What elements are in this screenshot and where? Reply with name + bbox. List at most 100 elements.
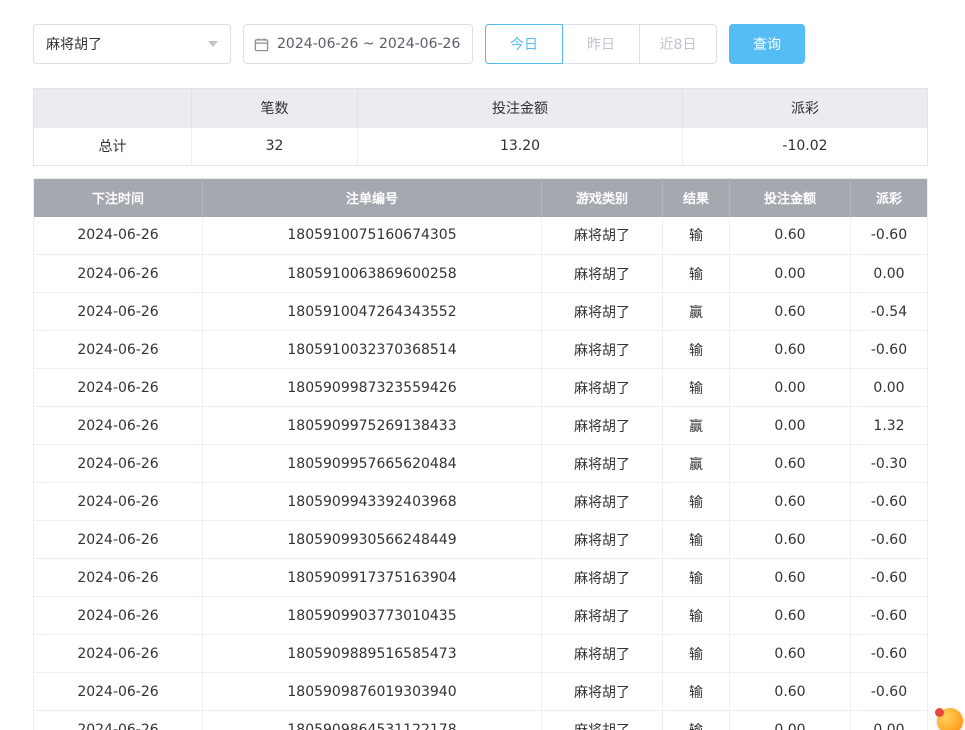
filter-toolbar: 麻将胡了 2024-06-26 ~ 2024-06-26 今日 昨日 近8日 查… xyxy=(33,24,933,64)
bet-amount: 0.60 xyxy=(730,217,851,255)
bet-amount: 0.00 xyxy=(730,711,851,730)
bet-order-id: 1805910047264343552 xyxy=(203,293,542,331)
bet-payout: 0.00 xyxy=(851,369,928,407)
header-game-type: 游戏类别 xyxy=(542,179,663,217)
chevron-down-icon xyxy=(208,41,218,47)
bet-order-id: 1805910063869600258 xyxy=(203,255,542,293)
bet-payout: -0.30 xyxy=(851,445,928,483)
service-widget-icon[interactable] xyxy=(937,708,963,730)
bet-amount: 0.60 xyxy=(730,521,851,559)
header-payout: 派彩 xyxy=(851,179,928,217)
bet-amount: 0.60 xyxy=(730,559,851,597)
summary-total-count: 32 xyxy=(192,128,358,166)
bet-amount: 0.60 xyxy=(730,445,851,483)
date-range-picker[interactable]: 2024-06-26 ~ 2024-06-26 xyxy=(243,24,473,64)
bet-game: 麻将胡了 xyxy=(542,673,663,711)
bet-result: 输 xyxy=(663,711,730,730)
bet-amount: 0.60 xyxy=(730,635,851,673)
table-row: 2024-06-26 1805909975269138433 麻将胡了 赢 0.… xyxy=(34,407,928,445)
table-row: 2024-06-26 1805909876019303940 麻将胡了 输 0.… xyxy=(34,673,928,711)
bet-order-id: 1805909943392403968 xyxy=(203,483,542,521)
bet-payout: -0.60 xyxy=(851,483,928,521)
table-row: 2024-06-26 1805910063869600258 麻将胡了 输 0.… xyxy=(34,255,928,293)
date-quick-buttons: 今日 昨日 近8日 xyxy=(485,24,717,64)
header-result: 结果 xyxy=(663,179,730,217)
bet-order-id: 1805910032370368514 xyxy=(203,331,542,369)
bet-records-table: 下注时间 注单编号 游戏类别 结果 投注金额 派彩 2024-06-26 180… xyxy=(33,178,928,730)
quick-date-button[interactable]: 今日 xyxy=(485,24,563,64)
bet-result: 赢 xyxy=(663,293,730,331)
summary-total-row: 总计 32 13.20 -10.02 xyxy=(34,128,928,166)
summary-header-payout: 派彩 xyxy=(683,89,928,128)
table-row: 2024-06-26 1805909930566248449 麻将胡了 输 0.… xyxy=(34,521,928,559)
bet-result: 输 xyxy=(663,559,730,597)
bet-order-id: 1805909876019303940 xyxy=(203,673,542,711)
bet-result: 输 xyxy=(663,635,730,673)
quick-date-button[interactable]: 近8日 xyxy=(639,24,717,64)
bet-order-id: 1805909903773010435 xyxy=(203,597,542,635)
bet-date: 2024-06-26 xyxy=(34,255,203,293)
bet-game: 麻将胡了 xyxy=(542,217,663,255)
summary-header-blank xyxy=(34,89,192,128)
bet-order-id: 1805909975269138433 xyxy=(203,407,542,445)
bet-amount: 0.00 xyxy=(730,369,851,407)
bet-result: 输 xyxy=(663,521,730,559)
bet-game: 麻将胡了 xyxy=(542,331,663,369)
table-row: 2024-06-26 1805909903773010435 麻将胡了 输 0.… xyxy=(34,597,928,635)
bet-records-page: 麻将胡了 2024-06-26 ~ 2024-06-26 今日 昨日 近8日 查… xyxy=(0,0,965,730)
game-select-value: 麻将胡了 xyxy=(46,34,102,54)
table-row: 2024-06-26 1805910032370368514 麻将胡了 输 0.… xyxy=(34,331,928,369)
bet-result: 输 xyxy=(663,217,730,255)
bet-order-id: 1805909889516585473 xyxy=(203,635,542,673)
table-row: 2024-06-26 1805910075160674305 麻将胡了 输 0.… xyxy=(34,217,928,255)
table-row: 2024-06-26 1805909957665620484 麻将胡了 赢 0.… xyxy=(34,445,928,483)
bet-result: 输 xyxy=(663,331,730,369)
notification-badge xyxy=(935,708,944,717)
bet-payout: -0.54 xyxy=(851,293,928,331)
bet-result: 输 xyxy=(663,255,730,293)
bet-result: 输 xyxy=(663,483,730,521)
summary-total-bet-amount: 13.20 xyxy=(358,128,683,166)
bet-payout: 0.00 xyxy=(851,711,928,730)
header-bet-amount: 投注金额 xyxy=(730,179,851,217)
bet-result: 赢 xyxy=(663,407,730,445)
bet-date: 2024-06-26 xyxy=(34,445,203,483)
bet-amount: 0.60 xyxy=(730,293,851,331)
quick-date-button[interactable]: 昨日 xyxy=(562,24,640,64)
bet-amount: 0.60 xyxy=(730,597,851,635)
bet-table-header-row: 下注时间 注单编号 游戏类别 结果 投注金额 派彩 xyxy=(34,179,928,217)
bet-payout: -0.60 xyxy=(851,559,928,597)
header-bet-time: 下注时间 xyxy=(34,179,203,217)
summary-header-count: 笔数 xyxy=(192,89,358,128)
bet-date: 2024-06-26 xyxy=(34,331,203,369)
game-select[interactable]: 麻将胡了 xyxy=(33,24,231,64)
bet-game: 麻将胡了 xyxy=(542,369,663,407)
table-row: 2024-06-26 1805909943392403968 麻将胡了 输 0.… xyxy=(34,483,928,521)
query-button[interactable]: 查询 xyxy=(729,24,805,64)
table-row: 2024-06-26 1805909889516585473 麻将胡了 输 0.… xyxy=(34,635,928,673)
bet-order-id: 1805909864531122178 xyxy=(203,711,542,730)
table-row: 2024-06-26 1805910047264343552 麻将胡了 赢 0.… xyxy=(34,293,928,331)
bet-result: 输 xyxy=(663,673,730,711)
bet-payout: -0.60 xyxy=(851,217,928,255)
bet-table-body: 2024-06-26 1805910075160674305 麻将胡了 输 0.… xyxy=(34,217,928,730)
bet-amount: 0.60 xyxy=(730,331,851,369)
summary-header-row: 笔数 投注金额 派彩 xyxy=(34,89,928,128)
bet-result: 赢 xyxy=(663,445,730,483)
bet-payout: -0.60 xyxy=(851,331,928,369)
bet-game: 麻将胡了 xyxy=(542,635,663,673)
summary-total-payout: -10.02 xyxy=(683,128,928,166)
bet-order-id: 1805909987323559426 xyxy=(203,369,542,407)
bet-payout: -0.60 xyxy=(851,635,928,673)
bet-game: 麻将胡了 xyxy=(542,483,663,521)
bet-date: 2024-06-26 xyxy=(34,673,203,711)
bet-date: 2024-06-26 xyxy=(34,521,203,559)
bet-payout: -0.60 xyxy=(851,673,928,711)
bet-order-id: 1805909957665620484 xyxy=(203,445,542,483)
bet-date: 2024-06-26 xyxy=(34,483,203,521)
calendar-icon xyxy=(254,37,269,52)
table-row: 2024-06-26 1805909917375163904 麻将胡了 输 0.… xyxy=(34,559,928,597)
bet-game: 麻将胡了 xyxy=(542,255,663,293)
bet-order-id: 1805910075160674305 xyxy=(203,217,542,255)
bet-game: 麻将胡了 xyxy=(542,711,663,730)
